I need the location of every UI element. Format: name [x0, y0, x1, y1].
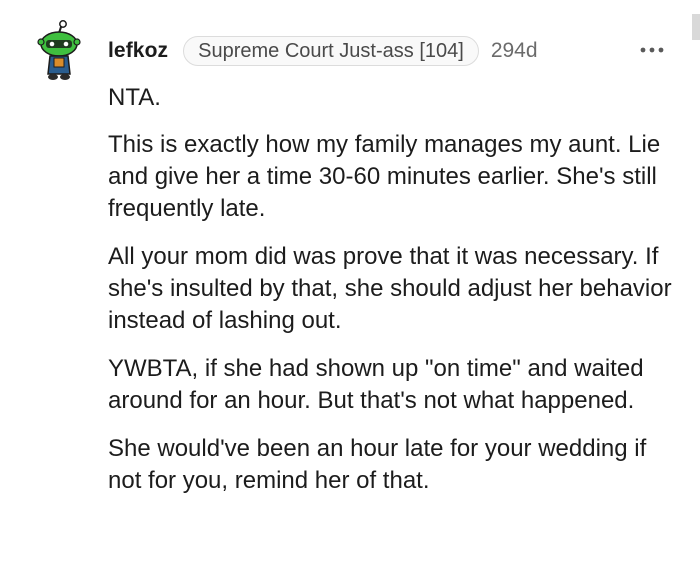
comment-age: 294d — [490, 39, 538, 62]
scrollbar-thumb[interactable] — [692, 14, 700, 40]
comment-paragraph: This is exactly how my family manages my… — [108, 131, 661, 222]
comment-header: lefkoz Supreme Court Just-ass [104] 294d — [108, 36, 538, 66]
user-flair: Supreme Court Just-ass [104] — [183, 36, 479, 66]
comment-paragraph: NTA. — [108, 84, 161, 111]
comment-paragraph: She would've been an hour late for your … — [108, 435, 647, 494]
user-avatar[interactable] — [36, 20, 86, 82]
more-options-button[interactable] — [640, 42, 664, 53]
comment-paragraph: YWBTA, if she had shown up "on time" and… — [108, 355, 644, 414]
comment-paragraph: All your mom did was prove that it was n… — [108, 243, 672, 334]
username[interactable]: lefkoz — [108, 39, 168, 63]
snoo-avatar-icon — [37, 20, 81, 80]
more-options-icon — [640, 47, 664, 53]
comment: lefkoz Supreme Court Just-ass [104] 294d… — [0, 0, 700, 561]
comment-body: NTA. This is exactly how my family manag… — [108, 82, 683, 497]
